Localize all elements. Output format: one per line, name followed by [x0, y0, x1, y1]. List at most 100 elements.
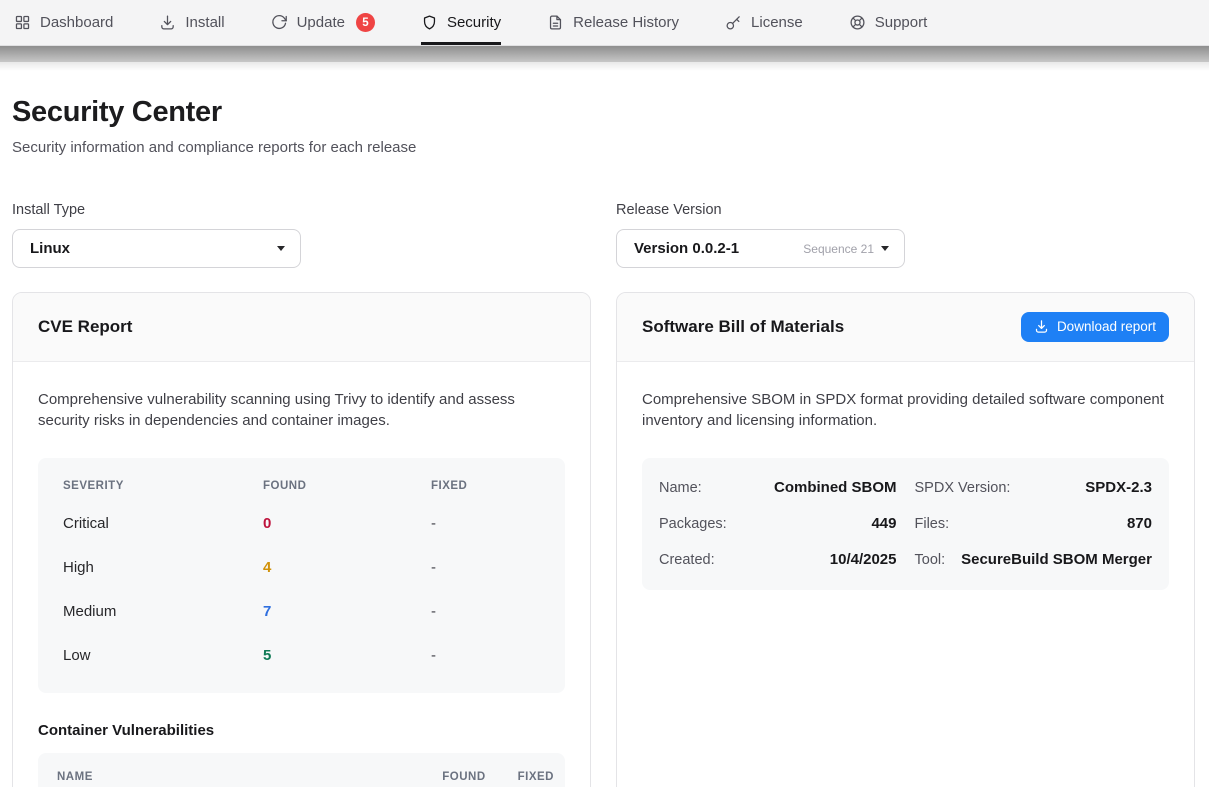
sbom-info-grid: Name: Combined SBOM SPDX Version: SPDX-2…	[642, 458, 1169, 590]
nav-item-security[interactable]: Security	[421, 0, 501, 45]
release-version-meta-group: Sequence 21	[803, 242, 889, 256]
document-icon	[547, 14, 564, 31]
sbom-card: Software Bill of Materials Download repo…	[616, 292, 1195, 787]
found-col-header: FOUND	[263, 480, 431, 492]
severity-name: High	[63, 559, 263, 576]
cards-row: CVE Report Comprehensive vulnerability s…	[12, 292, 1195, 787]
install-type-label: Install Type	[12, 202, 591, 218]
sbom-description: Comprehensive SBOM in SPDX format provid…	[642, 389, 1169, 432]
severity-name: Critical	[63, 515, 263, 532]
sbom-body: Comprehensive SBOM in SPDX format provid…	[617, 362, 1194, 617]
sbom-info-spdx-version: SPDX Version: SPDX-2.3	[915, 470, 1153, 506]
nav-item-dashboard[interactable]: Dashboard	[14, 0, 113, 45]
page-title: Security Center	[12, 96, 1195, 129]
table-row: Critical 0 -	[63, 502, 540, 546]
main-content: Security Center Security information and…	[0, 96, 1209, 787]
sequence-badge: Sequence 21	[803, 242, 874, 256]
fixed-col-header: FIXED	[518, 771, 554, 783]
info-label: Files:	[915, 516, 950, 532]
nav-item-update[interactable]: Update 5	[271, 0, 375, 45]
download-report-label: Download report	[1057, 319, 1156, 334]
info-value: Combined SBOM	[774, 479, 897, 496]
info-label: Created:	[659, 552, 715, 568]
table-row: Medium 7 -	[63, 590, 540, 634]
filters-row: Install Type Linux Release Version Versi…	[12, 202, 1195, 268]
lifebuoy-icon	[849, 14, 866, 31]
release-version-select[interactable]: Version 0.0.2-1 Sequence 21	[616, 229, 905, 268]
top-navigation: Dashboard Install Update 5 Security Rele…	[0, 0, 1209, 46]
severity-fixed: -	[431, 647, 540, 664]
severity-fixed: -	[431, 603, 540, 620]
sbom-title: Software Bill of Materials	[642, 317, 844, 337]
nav-label: License	[751, 14, 803, 31]
info-value: 870	[1127, 515, 1152, 532]
nav-scroll-shadow	[0, 46, 1209, 62]
install-type-field: Install Type Linux	[12, 202, 591, 268]
cve-report-card: CVE Report Comprehensive vulnerability s…	[12, 292, 591, 787]
found-col-header: FOUND	[442, 771, 485, 783]
severity-table: SEVERITY FOUND FIXED Critical 0 - High 4…	[38, 458, 565, 693]
info-value: 10/4/2025	[830, 551, 897, 568]
table-row: High 4 -	[63, 546, 540, 590]
release-version-field: Release Version Version 0.0.2-1 Sequence…	[616, 202, 1195, 268]
dashboard-icon	[14, 14, 31, 31]
severity-found: 7	[263, 603, 431, 620]
sbom-info-packages: Packages: 449	[659, 506, 897, 542]
severity-found: 0	[263, 515, 431, 532]
nav-scroll-fade	[0, 62, 1209, 71]
info-label: Tool:	[915, 552, 946, 568]
severity-col-header: SEVERITY	[63, 480, 263, 492]
nav-label: Dashboard	[40, 14, 113, 31]
refresh-icon	[271, 14, 288, 31]
name-col-header: NAME	[57, 771, 410, 783]
install-type-value: Linux	[30, 240, 70, 257]
nav-item-license[interactable]: License	[725, 0, 803, 45]
cve-report-description: Comprehensive vulnerability scanning usi…	[38, 389, 565, 432]
nav-item-support[interactable]: Support	[849, 0, 928, 45]
info-label: Packages:	[659, 516, 727, 532]
key-icon	[725, 14, 742, 31]
severity-fixed: -	[431, 515, 540, 532]
severity-found: 4	[263, 559, 431, 576]
sbom-info-tool: Tool: SecureBuild SBOM Merger	[915, 542, 1153, 578]
info-value: SPDX-2.3	[1085, 479, 1152, 496]
download-report-button[interactable]: Download report	[1021, 312, 1169, 342]
severity-fixed: -	[431, 559, 540, 576]
chevron-down-icon	[277, 246, 285, 251]
cve-report-body: Comprehensive vulnerability scanning usi…	[13, 362, 590, 787]
release-version-value: Version 0.0.2-1	[634, 240, 739, 257]
download-icon	[1034, 319, 1049, 334]
info-label: SPDX Version:	[915, 480, 1011, 496]
cve-report-title: CVE Report	[38, 317, 132, 337]
nav-label: Install	[185, 14, 224, 31]
download-icon	[159, 14, 176, 31]
sbom-header: Software Bill of Materials Download repo…	[617, 293, 1194, 362]
release-version-label: Release Version	[616, 202, 1195, 218]
nav-label: Support	[875, 14, 928, 31]
severity-name: Medium	[63, 603, 263, 620]
page-subtitle: Security information and compliance repo…	[12, 139, 1195, 156]
info-value: 449	[871, 515, 896, 532]
update-count-badge: 5	[356, 13, 375, 32]
fixed-col-header: FIXED	[431, 480, 540, 492]
container-vulnerabilities-table-header: NAME FOUND FIXED	[38, 753, 565, 787]
install-type-select[interactable]: Linux	[12, 229, 301, 268]
sbom-info-files: Files: 870	[915, 506, 1153, 542]
nav-label: Update	[297, 14, 345, 31]
severity-found: 5	[263, 647, 431, 664]
nav-label: Security	[447, 14, 501, 31]
cve-report-header: CVE Report	[13, 293, 590, 362]
nav-item-release-history[interactable]: Release History	[547, 0, 679, 45]
info-value: SecureBuild SBOM Merger	[961, 551, 1152, 568]
info-label: Name:	[659, 480, 702, 496]
shield-icon	[421, 14, 438, 31]
nav-label: Release History	[573, 14, 679, 31]
sbom-info-created: Created: 10/4/2025	[659, 542, 897, 578]
chevron-down-icon	[881, 246, 889, 251]
table-row: Low 5 -	[63, 634, 540, 678]
severity-name: Low	[63, 647, 263, 664]
severity-table-header: SEVERITY FOUND FIXED	[63, 470, 540, 502]
nav-item-install[interactable]: Install	[159, 0, 224, 45]
container-vulnerabilities-title: Container Vulnerabilities	[38, 722, 565, 739]
sbom-info-name: Name: Combined SBOM	[659, 470, 897, 506]
